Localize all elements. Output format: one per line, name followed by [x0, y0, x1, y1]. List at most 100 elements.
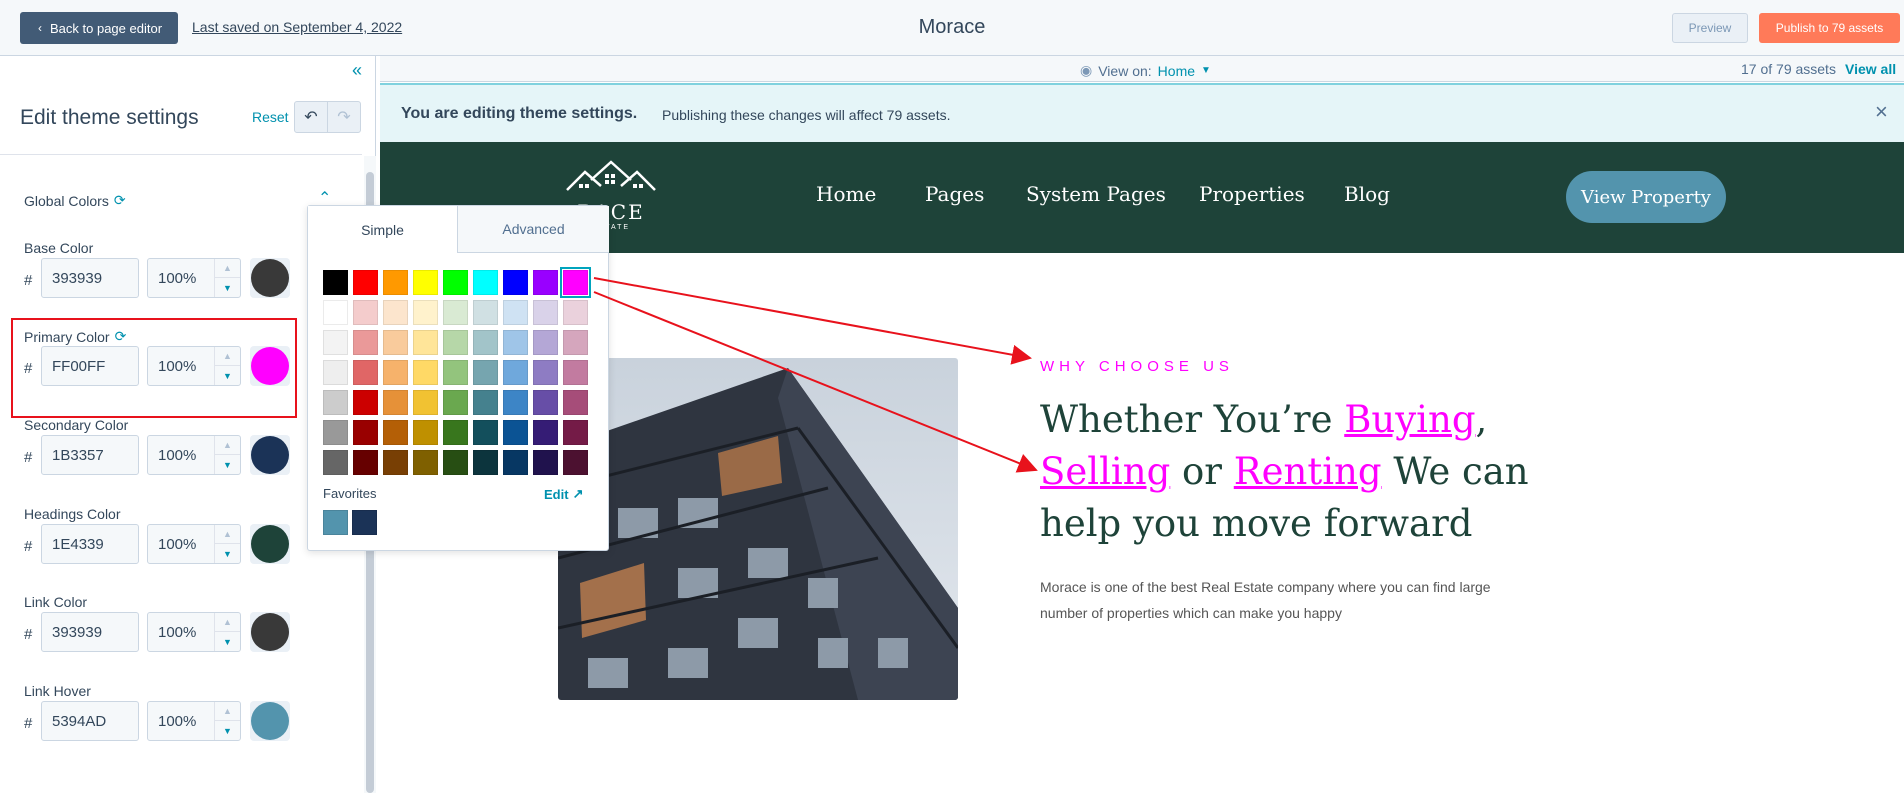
palette-swatch[interactable]	[560, 267, 591, 298]
preview-button[interactable]: Preview	[1672, 13, 1748, 43]
palette-swatch[interactable]	[353, 270, 378, 295]
tab-advanced[interactable]: Advanced	[458, 206, 609, 253]
palette-swatch[interactable]	[413, 420, 438, 445]
palette-swatch[interactable]	[563, 330, 588, 355]
palette-swatch[interactable]	[413, 450, 438, 475]
view-on-selector[interactable]: ◉ View on: Home ▼	[1080, 62, 1211, 79]
nav-blog[interactable]: Blog	[1344, 182, 1390, 206]
color-swatch[interactable]	[250, 524, 290, 564]
stepper-up-icon[interactable]: ▲	[215, 525, 240, 544]
opacity-input[interactable]: 100% ▲ ▼	[147, 612, 241, 652]
palette-swatch[interactable]	[503, 330, 528, 355]
palette-swatch[interactable]	[323, 360, 348, 385]
palette-swatch[interactable]	[473, 360, 498, 385]
palette-swatch[interactable]	[473, 270, 498, 295]
palette-swatch[interactable]	[533, 420, 558, 445]
opacity-input[interactable]: 100% ▲ ▼	[147, 435, 241, 475]
nav-system-pages[interactable]: System Pages	[1026, 182, 1166, 206]
global-colors-header[interactable]: Global Colors ⟳	[24, 192, 126, 209]
palette-swatch[interactable]	[443, 270, 468, 295]
palette-swatch[interactable]	[413, 330, 438, 355]
palette-swatch[interactable]	[383, 360, 408, 385]
palette-swatch[interactable]	[323, 450, 348, 475]
palette-swatch[interactable]	[473, 330, 498, 355]
palette-swatch[interactable]	[473, 450, 498, 475]
view-property-button[interactable]: View Property	[1566, 171, 1726, 223]
palette-swatch[interactable]	[443, 420, 468, 445]
edit-favorites-link[interactable]: Edit ↗	[544, 486, 583, 502]
palette-swatch[interactable]	[533, 300, 558, 325]
palette-swatch[interactable]	[563, 300, 588, 325]
palette-swatch[interactable]	[443, 300, 468, 325]
palette-swatch[interactable]	[503, 420, 528, 445]
view-all-link[interactable]: View all	[1845, 61, 1896, 77]
palette-swatch[interactable]	[503, 300, 528, 325]
color-swatch[interactable]	[250, 701, 290, 741]
palette-swatch[interactable]	[383, 390, 408, 415]
palette-swatch[interactable]	[383, 420, 408, 445]
palette-swatch[interactable]	[563, 420, 588, 445]
palette-swatch[interactable]	[323, 270, 348, 295]
palette-swatch[interactable]	[353, 420, 378, 445]
color-swatch[interactable]	[250, 435, 290, 475]
palette-swatch[interactable]	[473, 390, 498, 415]
palette-swatch[interactable]	[533, 360, 558, 385]
color-swatch[interactable]	[250, 612, 290, 652]
palette-swatch[interactable]	[353, 300, 378, 325]
palette-swatch[interactable]	[323, 390, 348, 415]
palette-swatch[interactable]	[473, 300, 498, 325]
stepper-up-icon[interactable]: ▲	[215, 613, 240, 632]
palette-swatch[interactable]	[383, 300, 408, 325]
stepper-down-icon[interactable]: ▼	[215, 721, 240, 740]
tab-simple[interactable]: Simple	[308, 206, 458, 253]
stepper-up-icon[interactable]: ▲	[215, 259, 240, 278]
stepper-down-icon[interactable]: ▼	[215, 455, 240, 474]
hex-input[interactable]: 1B3357	[41, 435, 139, 475]
palette-swatch[interactable]	[413, 360, 438, 385]
palette-swatch[interactable]	[443, 360, 468, 385]
stepper-down-icon[interactable]: ▼	[215, 544, 240, 563]
palette-swatch[interactable]	[353, 390, 378, 415]
palette-swatch[interactable]	[323, 330, 348, 355]
palette-swatch[interactable]	[413, 270, 438, 295]
palette-swatch[interactable]	[383, 450, 408, 475]
stepper-down-icon[interactable]: ▼	[215, 278, 240, 297]
hex-input[interactable]: 1E4339	[41, 524, 139, 564]
palette-swatch[interactable]	[383, 330, 408, 355]
palette-swatch[interactable]	[563, 390, 588, 415]
back-to-editor-button[interactable]: ‹ Back to page editor	[20, 12, 179, 44]
palette-swatch[interactable]	[323, 420, 348, 445]
palette-swatch[interactable]	[503, 450, 528, 475]
favorite-swatch[interactable]	[352, 510, 377, 535]
palette-swatch[interactable]	[533, 390, 558, 415]
hex-input[interactable]: 5394AD	[41, 701, 139, 741]
redo-button[interactable]: ↷	[327, 101, 361, 133]
palette-swatch[interactable]	[443, 330, 468, 355]
palette-swatch[interactable]	[503, 360, 528, 385]
undo-button[interactable]: ↶	[294, 101, 328, 133]
nav-home[interactable]: Home	[816, 182, 876, 206]
palette-swatch[interactable]	[413, 300, 438, 325]
palette-swatch[interactable]	[443, 390, 468, 415]
stepper-up-icon[interactable]: ▲	[215, 702, 240, 721]
favorite-swatch[interactable]	[323, 510, 348, 535]
nav-properties[interactable]: Properties	[1199, 182, 1305, 206]
opacity-input[interactable]: 100% ▲ ▼	[147, 258, 241, 298]
nav-pages[interactable]: Pages	[925, 182, 984, 206]
close-icon[interactable]: ×	[1875, 99, 1888, 125]
stepper-up-icon[interactable]: ▲	[215, 436, 240, 455]
palette-swatch[interactable]	[353, 330, 378, 355]
palette-swatch[interactable]	[533, 270, 558, 295]
palette-swatch[interactable]	[533, 330, 558, 355]
hex-input[interactable]: 393939	[41, 258, 139, 298]
palette-swatch[interactable]	[353, 360, 378, 385]
palette-swatch[interactable]	[563, 360, 588, 385]
palette-swatch[interactable]	[443, 450, 468, 475]
palette-swatch[interactable]	[413, 390, 438, 415]
publish-button[interactable]: Publish to 79 assets	[1759, 13, 1900, 43]
stepper-down-icon[interactable]: ▼	[215, 632, 240, 651]
palette-swatch[interactable]	[353, 450, 378, 475]
palette-swatch[interactable]	[533, 450, 558, 475]
color-swatch[interactable]	[250, 258, 290, 298]
palette-swatch[interactable]	[503, 270, 528, 295]
